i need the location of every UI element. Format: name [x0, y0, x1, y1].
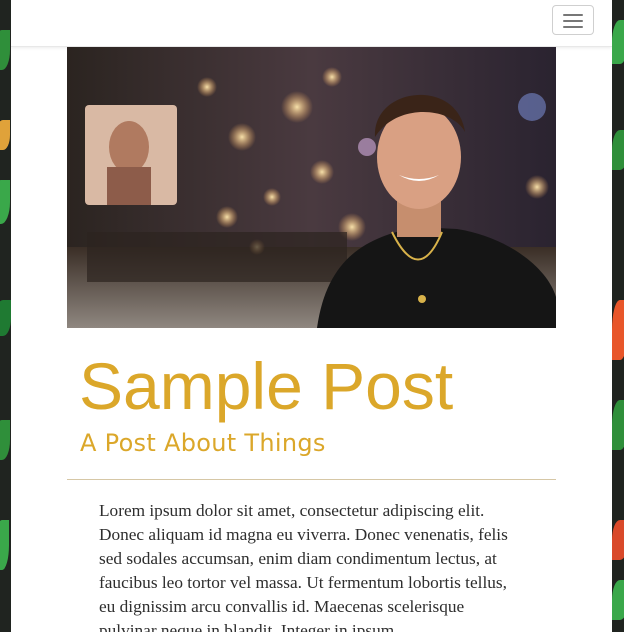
post-subtitle: A Post About Things [80, 429, 326, 457]
post-title: Sample Post [79, 349, 454, 423]
divider [67, 479, 556, 480]
page-container: Sample Post A Post About Things Lorem ip… [11, 0, 612, 632]
navbar-toggle-button[interactable] [552, 5, 594, 35]
background-pattern-left [0, 0, 11, 632]
post-body: Lorem ipsum dolor sit amet, consectetur … [99, 501, 508, 632]
hero-image [67, 47, 556, 328]
hamburger-menu-icon-bar [563, 26, 583, 28]
hamburger-menu-icon-bar [563, 20, 583, 22]
hamburger-menu-icon [563, 14, 583, 16]
navbar [11, 0, 612, 47]
hero-photo-icon [67, 47, 556, 328]
background-pattern-right [612, 0, 624, 632]
